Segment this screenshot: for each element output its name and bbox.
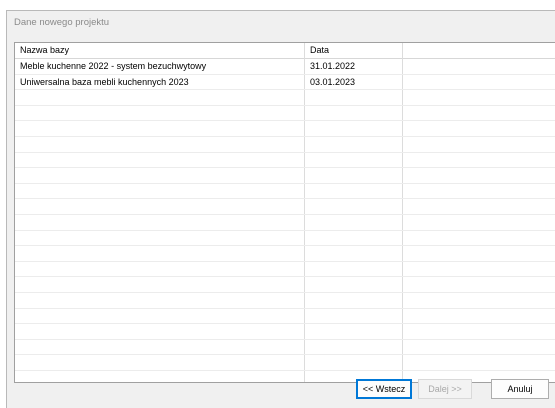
table-row-empty	[15, 355, 555, 371]
table-row-empty	[15, 215, 555, 231]
table-row-empty	[15, 277, 555, 293]
table-row-empty	[15, 90, 555, 106]
table-row-empty	[15, 231, 555, 247]
cell-database-name: Uniwersalna baza mebli kuchennych 2023	[20, 76, 189, 87]
cell-date: 03.01.2023	[310, 76, 356, 87]
new-project-dialog: Dane nowego projektu Nazwa bazy Data Meb…	[6, 10, 555, 408]
table-body: Meble kuchenne 2022 - system bezuchwytow…	[15, 59, 555, 382]
next-button[interactable]: Dalej >>	[418, 379, 472, 399]
dialog-title: Dane nowego projektu	[14, 17, 110, 28]
database-table[interactable]: Nazwa bazy Data Meble kuchenne 2022 - sy…	[14, 42, 555, 383]
table-row[interactable]: Uniwersalna baza mebli kuchennych 2023 0…	[15, 75, 555, 91]
table-row-empty	[15, 246, 555, 262]
column-header-date[interactable]: Data	[305, 43, 403, 58]
table-row-empty	[15, 168, 555, 184]
table-row-empty	[15, 106, 555, 122]
table-row-empty	[15, 371, 555, 382]
table-row-empty	[15, 153, 555, 169]
table-row-empty	[15, 340, 555, 356]
table-row-empty	[15, 137, 555, 153]
back-button[interactable]: << Wstecz	[356, 379, 412, 399]
cell-database-name: Meble kuchenne 2022 - system bezuchwytow…	[20, 61, 207, 71]
table-row-empty	[15, 324, 555, 340]
table-row-empty	[15, 293, 555, 309]
table-row-empty	[15, 309, 555, 325]
column-header-name[interactable]: Nazwa bazy	[15, 43, 305, 58]
table-row-empty	[15, 121, 555, 137]
cancel-button[interactable]: Anuluj	[491, 379, 549, 399]
table-row[interactable]: Meble kuchenne 2022 - system bezuchwytow…	[15, 59, 555, 75]
table-header: Nazwa bazy Data	[15, 43, 555, 59]
table-row-empty	[15, 262, 555, 278]
cell-date: 31.01.2022	[310, 61, 356, 71]
table-row-empty	[15, 184, 555, 200]
table-row-empty	[15, 199, 555, 215]
